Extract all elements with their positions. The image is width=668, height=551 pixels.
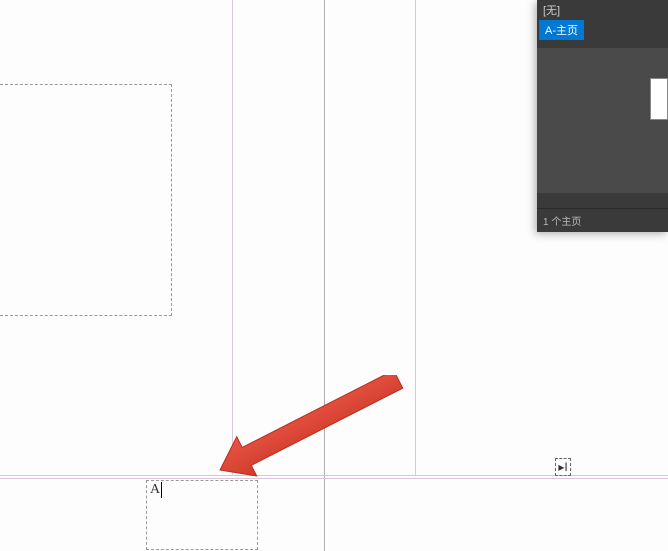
page-margin-guide [415, 0, 416, 476]
master-page-item-selected[interactable]: A-主页 [539, 20, 584, 40]
text-caret [161, 482, 162, 498]
text-input-area[interactable]: A [150, 482, 162, 498]
pages-panel[interactable]: [无] A-主页 1 个主页 [537, 0, 668, 232]
active-text-frame[interactable] [146, 480, 258, 550]
panel-footer-status: 1 个主页 [537, 208, 668, 232]
ibeam-icon: ▸I [558, 460, 567, 474]
panel-item-none[interactable]: [无] [537, 0, 668, 20]
horizontal-guide [0, 478, 668, 479]
text-frame[interactable] [0, 84, 172, 316]
page-thumbnails-area[interactable] [537, 48, 668, 193]
page-margin-guide [232, 0, 233, 476]
typed-text: A [150, 482, 160, 497]
text-cursor-indicator: ▸I [555, 458, 571, 476]
page-spine-divider [324, 0, 325, 551]
page-thumbnail[interactable] [650, 78, 668, 120]
